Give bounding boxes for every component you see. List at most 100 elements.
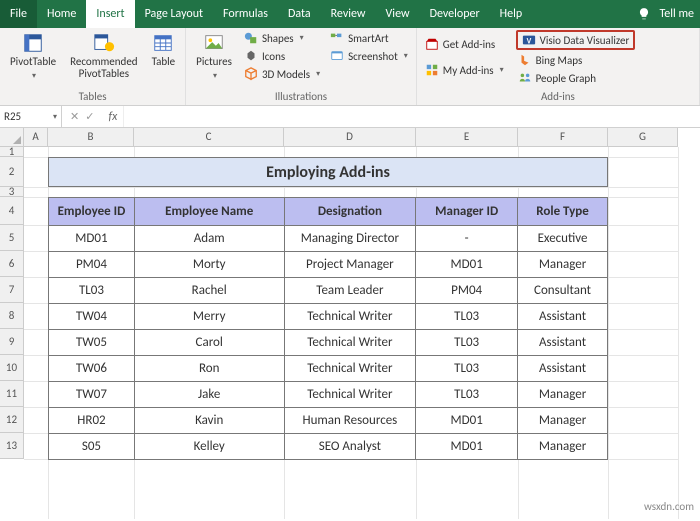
table-cell[interactable]: Kavin [134, 408, 284, 434]
table-cell[interactable]: PM04 [416, 278, 518, 304]
table-cell[interactable]: MD01 [416, 434, 518, 460]
table-cell[interactable]: TW04 [49, 304, 135, 330]
table-cell[interactable]: Consultant [518, 278, 608, 304]
table-cell[interactable]: Project Manager [284, 252, 416, 278]
tab-help[interactable]: Help [490, 0, 533, 28]
my-addins-button[interactable]: My Add-ins▾ [423, 62, 506, 78]
table-row[interactable]: TL03RachelTeam LeaderPM04Consultant [49, 278, 608, 304]
screenshot-button[interactable]: Screenshot▾ [328, 48, 410, 64]
bing-maps-button[interactable]: Bing Maps [516, 52, 636, 68]
table-cell[interactable]: Assistant [518, 330, 608, 356]
col-header-D[interactable]: D [284, 128, 416, 147]
table-cell[interactable]: Manager [518, 408, 608, 434]
row-header-6[interactable]: 6 [0, 251, 24, 277]
table-cell[interactable]: TL03 [416, 356, 518, 382]
row-header-2[interactable]: 2 [0, 157, 24, 187]
visio-data-visualizer-button[interactable]: V Visio Data Visualizer [516, 30, 636, 50]
table-cell[interactable]: Assistant [518, 356, 608, 382]
table-cell[interactable]: Adam [134, 226, 284, 252]
tab-home[interactable]: Home [37, 0, 86, 28]
table-cell[interactable]: Manager [518, 382, 608, 408]
table-cell[interactable]: Manager [518, 252, 608, 278]
table-cell[interactable]: Kelley [134, 434, 284, 460]
table-cell[interactable]: Rachel [134, 278, 284, 304]
table-cell[interactable]: Human Resources [284, 408, 416, 434]
table-row[interactable]: TW04MerryTechnical WriterTL03Assistant [49, 304, 608, 330]
table-cell[interactable]: Executive [518, 226, 608, 252]
row-header-3[interactable]: 3 [0, 187, 24, 197]
table-cell[interactable]: HR02 [49, 408, 135, 434]
tab-view[interactable]: View [376, 0, 420, 28]
table-cell[interactable]: Carol [134, 330, 284, 356]
col-header-F[interactable]: F [518, 128, 608, 147]
row-header-8[interactable]: 8 [0, 303, 24, 329]
col-header-E[interactable]: E [416, 128, 518, 147]
table-row[interactable]: PM04MortyProject ManagerMD01Manager [49, 252, 608, 278]
row-header-10[interactable]: 10 [0, 355, 24, 381]
row-header-9[interactable]: 9 [0, 329, 24, 355]
tell-me[interactable]: Tell me [659, 7, 694, 21]
name-box[interactable]: R25 ▾ [0, 106, 62, 127]
table-cell[interactable]: Technical Writer [284, 330, 416, 356]
table-cell[interactable]: TL03 [416, 304, 518, 330]
table-cell[interactable]: TW05 [49, 330, 135, 356]
table-cell[interactable]: Managing Director [284, 226, 416, 252]
table-cell[interactable]: SEO Analyst [284, 434, 416, 460]
table-cell[interactable]: Merry [134, 304, 284, 330]
pivottable-button[interactable]: PivotTable ▾ [6, 30, 60, 84]
table-cell[interactable]: Technical Writer [284, 382, 416, 408]
table-cell[interactable]: TL03 [416, 382, 518, 408]
table-cell[interactable]: Assistant [518, 304, 608, 330]
formula-input[interactable] [123, 106, 700, 127]
table-row[interactable]: S05KelleySEO AnalystMD01Manager [49, 434, 608, 460]
table-row[interactable]: TW05CarolTechnical WriterTL03Assistant [49, 330, 608, 356]
fx-label[interactable]: fx [102, 110, 123, 124]
people-graph-button[interactable]: People Graph [516, 70, 636, 86]
row-header-4[interactable]: 4 [0, 197, 24, 225]
tab-data[interactable]: Data [278, 0, 321, 28]
table-cell[interactable]: Jake [134, 382, 284, 408]
table-cell[interactable]: Technical Writer [284, 304, 416, 330]
table-cell[interactable]: - [416, 226, 518, 252]
row-header-12[interactable]: 12 [0, 407, 24, 433]
row-header-7[interactable]: 7 [0, 277, 24, 303]
tab-review[interactable]: Review [321, 0, 376, 28]
table-cell[interactable]: MD01 [416, 252, 518, 278]
row-header-1[interactable]: 1 [0, 147, 24, 157]
get-addins-button[interactable]: Get Add-ins [423, 36, 506, 52]
tab-developer[interactable]: Developer [420, 0, 490, 28]
row-header-13[interactable]: 13 [0, 433, 24, 459]
table-row[interactable]: MD01AdamManaging Director-Executive [49, 226, 608, 252]
row-header-11[interactable]: 11 [0, 381, 24, 407]
table-cell[interactable]: PM04 [49, 252, 135, 278]
pictures-button[interactable]: Pictures ▾ [192, 30, 236, 84]
table-row[interactable]: HR02KavinHuman ResourcesMD01Manager [49, 408, 608, 434]
table-cell[interactable]: Technical Writer [284, 356, 416, 382]
table-cell[interactable]: TW07 [49, 382, 135, 408]
col-header-G[interactable]: G [608, 128, 678, 147]
col-header-B[interactable]: B [48, 128, 134, 147]
table-cell[interactable]: Ron [134, 356, 284, 382]
table-cell[interactable]: S05 [49, 434, 135, 460]
table-cell[interactable]: MD01 [416, 408, 518, 434]
table-cell[interactable]: TW06 [49, 356, 135, 382]
tab-formulas[interactable]: Formulas [213, 0, 278, 28]
table-cell[interactable]: MD01 [49, 226, 135, 252]
tab-pagelayout[interactable]: Page Layout [135, 0, 213, 28]
col-header-A[interactable]: A [24, 128, 48, 147]
col-header-C[interactable]: C [134, 128, 284, 147]
table-row[interactable]: TW06RonTechnical WriterTL03Assistant [49, 356, 608, 382]
smartart-button[interactable]: SmartArt [328, 30, 410, 46]
worksheet-grid[interactable]: ABCDEFG 12345678910111213 Employing Add-… [0, 128, 700, 519]
select-all-triangle[interactable] [0, 128, 24, 147]
tab-file[interactable]: File [0, 0, 37, 28]
table-cell[interactable]: TL03 [49, 278, 135, 304]
icons-button[interactable]: Icons [242, 48, 322, 64]
row-header-5[interactable]: 5 [0, 225, 24, 251]
shapes-button[interactable]: Shapes▾ [242, 30, 322, 46]
table-button[interactable]: Table [148, 30, 180, 70]
tab-insert[interactable]: Insert [86, 0, 134, 28]
table-cell[interactable]: TL03 [416, 330, 518, 356]
table-cell[interactable]: Morty [134, 252, 284, 278]
table-row[interactable]: TW07JakeTechnical WriterTL03Manager [49, 382, 608, 408]
